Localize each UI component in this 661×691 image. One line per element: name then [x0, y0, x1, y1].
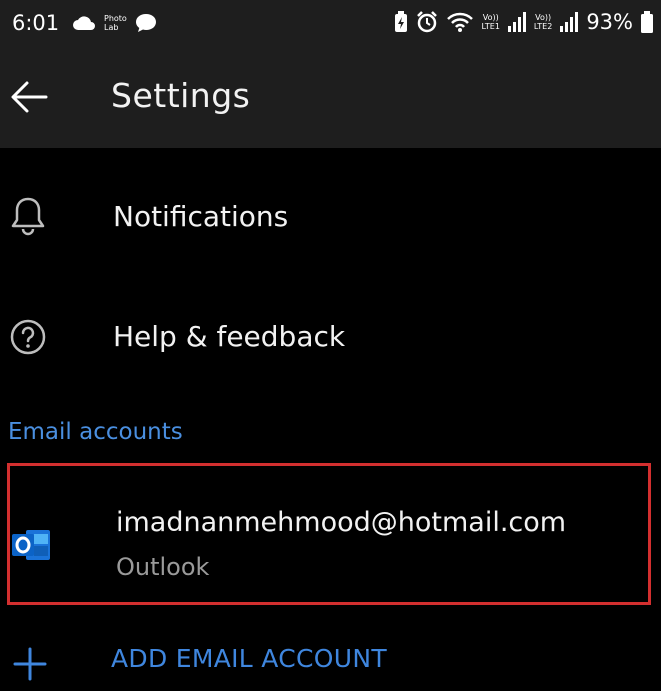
cloud-icon [73, 16, 95, 30]
settings-item-help-feedback[interactable]: Help & feedback [0, 290, 661, 390]
email-account-item[interactable]: imadnanmehmood@hotmail.com Outlook [7, 463, 651, 605]
battery-saver-icon [394, 11, 407, 32]
app-bar: Settings [0, 50, 661, 148]
page-title: Settings [111, 76, 251, 115]
signal-sim1-icon [507, 12, 526, 32]
status-bar: 6:01 Photo Lab Vo)) LTE1 Vo)) LTE2 93% [0, 0, 661, 50]
settings-item-label: Notifications [113, 200, 289, 233]
add-email-account-button[interactable]: ADD EMAIL ACCOUNT [0, 630, 661, 691]
account-type: Outlook [116, 553, 210, 581]
status-notification-icons: Photo Lab [72, 13, 157, 33]
arrow-left-icon[interactable] [10, 80, 48, 114]
help-circle-icon [10, 319, 46, 355]
sim2-lte-label: Vo)) LTE2 [533, 13, 553, 31]
account-email: imadnanmehmood@hotmail.com [116, 507, 567, 538]
status-time: 6:01 [12, 11, 60, 35]
chat-bubble-icon [135, 14, 156, 32]
battery-icon [641, 11, 653, 33]
section-header-email-accounts: Email accounts [8, 419, 183, 445]
bell-icon [11, 197, 45, 236]
alarm-icon [416, 11, 437, 33]
outlook-icon [12, 530, 50, 560]
settings-item-label: Help & feedback [113, 320, 346, 353]
sim1-lte-label: Vo)) LTE1 [481, 13, 500, 31]
battery-percent: 93% [586, 10, 633, 34]
plus-icon [13, 647, 47, 681]
settings-item-notifications[interactable]: Notifications [0, 168, 661, 268]
add-email-account-label: ADD EMAIL ACCOUNT [111, 644, 387, 673]
signal-sim2-icon [560, 12, 579, 32]
wifi-icon [446, 12, 473, 32]
photolab-notification-icon: Photo Lab [104, 14, 127, 32]
status-system-icons: Vo)) LTE1 Vo)) LTE2 93% [394, 10, 653, 34]
